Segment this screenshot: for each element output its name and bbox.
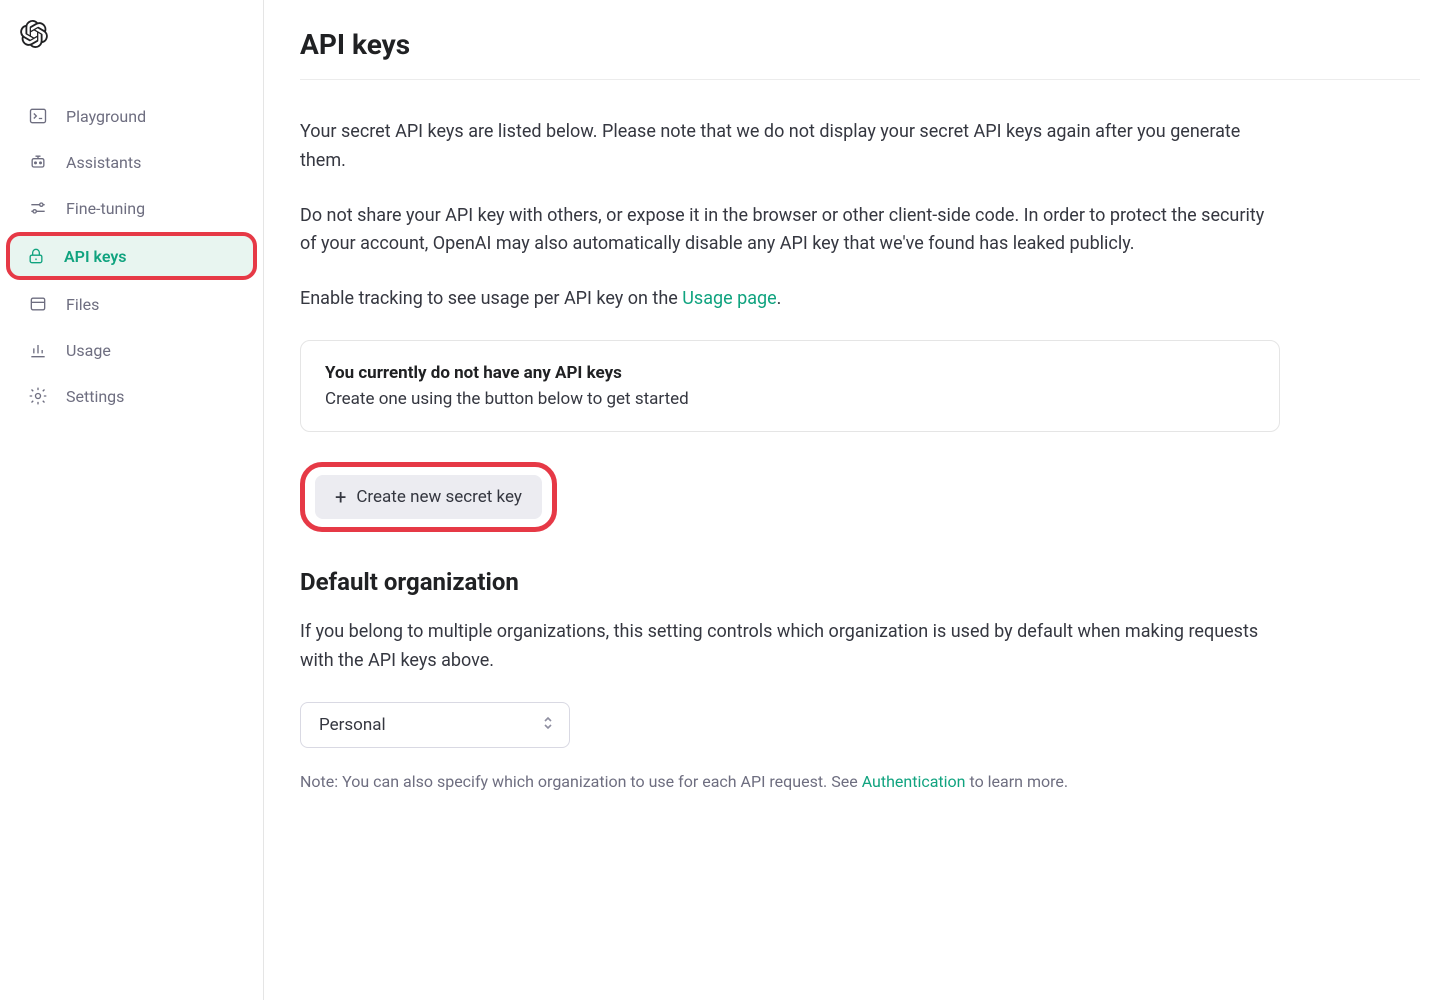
intro-text-1: Your secret API keys are listed below. P… [300,118,1280,176]
empty-state-box: You currently do not have any API keys C… [300,340,1280,432]
sidebar-item-label: Files [66,295,99,314]
sidebar-item-label: Fine-tuning [66,199,145,218]
create-secret-key-button[interactable]: + Create new secret key [315,475,542,519]
sidebar-item-fine-tuning[interactable]: Fine-tuning [8,186,255,230]
tracking-prefix: Enable tracking to see usage per API key… [300,288,682,309]
terminal-icon [28,106,48,126]
default-org-heading: Default organization [300,568,1420,596]
main-content: API keys Your secret API keys are listed… [264,0,1456,1000]
sidebar-item-label: Playground [66,107,146,126]
lock-icon [26,246,46,266]
chart-icon [28,340,48,360]
footer-note: Note: You can also specify which organiz… [300,772,1420,791]
sliders-icon [28,198,48,218]
intro-text-2: Do not share your API key with others, o… [300,202,1280,260]
robot-icon [28,152,48,172]
sidebar: Playground Assistants Fine-tuning API ke… [0,0,264,1000]
sidebar-item-label: API keys [64,247,127,266]
tracking-text: Enable tracking to see usage per API key… [300,285,1280,314]
create-button-highlight: + Create new secret key [300,462,557,532]
note-suffix: to learn more. [966,772,1069,791]
page-title: API keys [300,28,1420,61]
usage-page-link[interactable]: Usage page [682,288,776,309]
sidebar-item-api-keys[interactable]: API keys [6,232,257,280]
openai-logo-icon [20,20,48,48]
sidebar-item-label: Settings [66,387,124,406]
sidebar-item-usage[interactable]: Usage [8,328,255,372]
tracking-suffix: . [777,288,782,309]
org-select-wrap: Personal [300,702,570,748]
sidebar-item-assistants[interactable]: Assistants [8,140,255,184]
sidebar-item-files[interactable]: Files [8,282,255,326]
empty-state-subtitle: Create one using the button below to get… [325,389,1255,409]
organization-select[interactable]: Personal [300,702,570,748]
gear-icon [28,386,48,406]
sidebar-item-label: Assistants [66,153,141,172]
empty-state-title: You currently do not have any API keys [325,363,1255,383]
logo [0,20,263,92]
default-org-text: If you belong to multiple organizations,… [300,618,1280,676]
create-button-label: Create new secret key [356,487,522,507]
sidebar-item-label: Usage [66,341,111,360]
title-divider [300,79,1420,80]
authentication-link[interactable]: Authentication [862,772,966,791]
sidebar-item-settings[interactable]: Settings [8,374,255,418]
plus-icon: + [335,487,346,507]
note-prefix: Note: You can also specify which organiz… [300,772,862,791]
sidebar-item-playground[interactable]: Playground [8,94,255,138]
folder-icon [28,294,48,314]
